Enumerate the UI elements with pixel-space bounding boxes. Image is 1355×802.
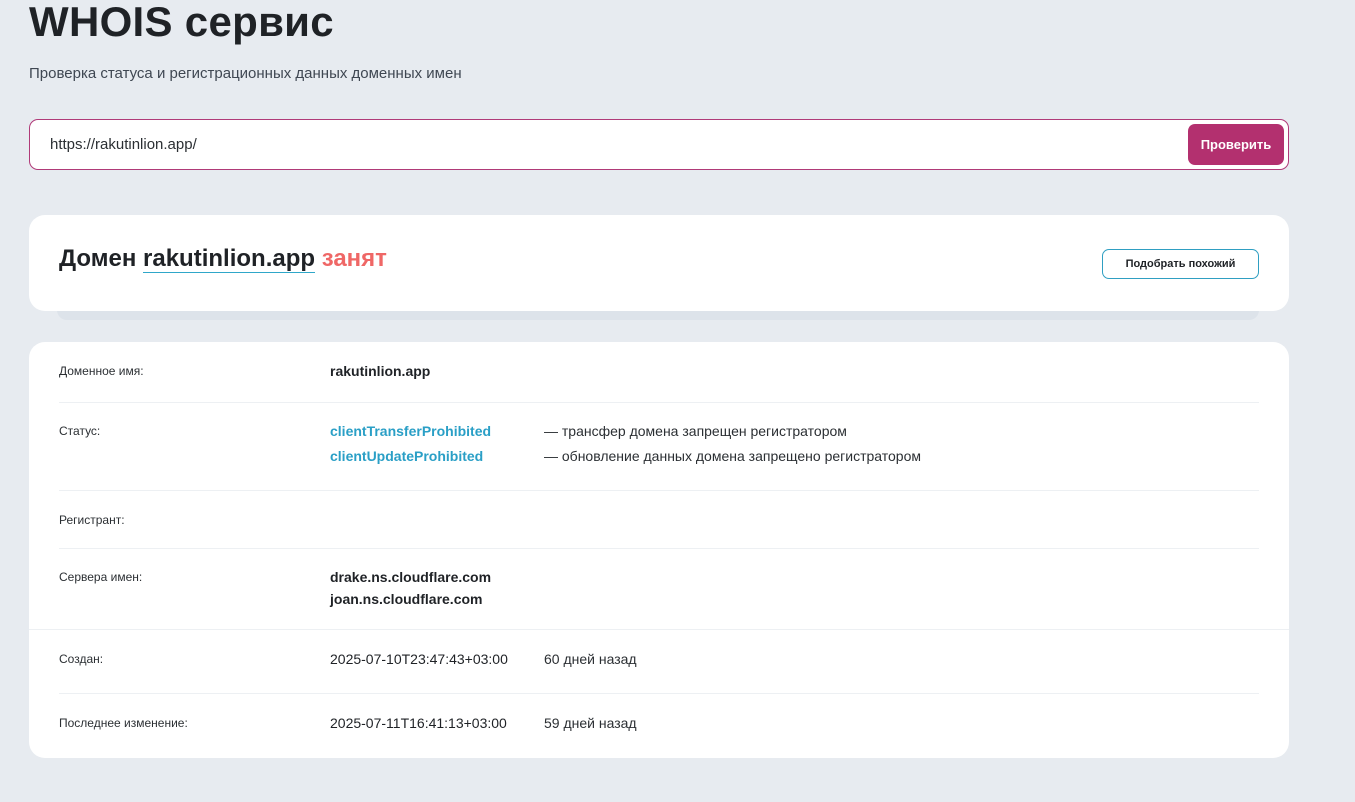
row-domain-name: Доменное имя: rakutinlion.app	[59, 342, 1259, 403]
page-title: WHOIS сервис	[29, 0, 334, 45]
status-code-update[interactable]: clientUpdateProhibited	[330, 448, 483, 464]
find-similar-button[interactable]: Подобрать похожий	[1102, 249, 1259, 279]
nameserver-2: joan.ns.cloudflare.com	[330, 591, 483, 607]
row-created: Создан: 2025-07-10T23:47:43+03:00 60 дне…	[59, 630, 1259, 694]
domain-link[interactable]: rakutinlion.app	[143, 245, 316, 273]
updated-value: 2025-07-11T16:41:13+03:00	[330, 715, 507, 731]
updated-label: Последнее изменение:	[59, 716, 188, 730]
created-label: Создан:	[59, 652, 104, 666]
status-desc-update: — обновление данных домена запрещено рег…	[544, 448, 921, 464]
domain-status-card: Домен rakutinlion.app занят Подобрать по…	[29, 215, 1289, 311]
status-label: Статус:	[59, 424, 101, 438]
row-nameservers: Сервера имен: drake.ns.cloudflare.com jo…	[29, 549, 1289, 630]
page-subtitle: Проверка статуса и регистрационных данны…	[29, 65, 462, 82]
domain-status-heading: Домен rakutinlion.app занят	[59, 245, 387, 273]
nameservers-label: Сервера имен:	[59, 570, 143, 584]
row-updated: Последнее изменение: 2025-07-11T16:41:13…	[59, 694, 1259, 758]
status-desc-transfer: — трансфер домена запрещен регистратором	[544, 423, 847, 439]
nameserver-1: drake.ns.cloudflare.com	[330, 569, 492, 585]
domain-search-input[interactable]	[50, 120, 1180, 169]
search-box: Проверить	[29, 119, 1289, 170]
check-button[interactable]: Проверить	[1188, 124, 1284, 165]
created-ago: 60 дней назад	[544, 651, 637, 667]
row-registrant: Регистрант:	[59, 491, 1259, 549]
domain-name-value: rakutinlion.app	[330, 363, 431, 379]
domain-name-label: Доменное имя:	[59, 364, 144, 378]
row-status: Статус: clientTransferProhibited — транс…	[59, 403, 1259, 491]
domain-prefix: Домен	[59, 245, 137, 272]
domain-status-word: занят	[321, 245, 387, 272]
registrant-label: Регистрант:	[59, 513, 125, 527]
status-code-transfer[interactable]: clientTransferProhibited	[330, 423, 491, 439]
page: WHOIS сервис Проверка статуса и регистра…	[0, 0, 1355, 802]
updated-ago: 59 дней назад	[544, 715, 637, 731]
created-value: 2025-07-10T23:47:43+03:00	[330, 651, 508, 667]
whois-details-card: Доменное имя: rakutinlion.app Статус: cl…	[29, 342, 1289, 758]
